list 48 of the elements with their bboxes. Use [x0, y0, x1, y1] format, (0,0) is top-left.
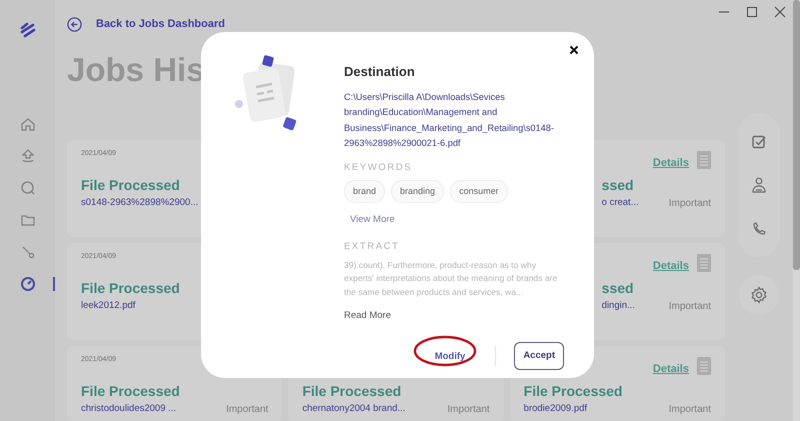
keyword-chip: consumer: [450, 180, 508, 204]
close-icon: [774, 6, 786, 18]
job-status: File Processed: [81, 176, 180, 194]
person-icon[interactable]: [751, 176, 767, 195]
priority-label: Important: [668, 196, 711, 210]
priority-label: Important: [668, 402, 711, 416]
search-icon[interactable]: [20, 180, 36, 196]
job-status: File Processed: [81, 382, 180, 400]
file-name: leek2012.pdf: [81, 298, 136, 313]
keyword-chip: brand: [344, 180, 386, 204]
maximize-icon: [746, 6, 758, 18]
read-more-link[interactable]: Read More: [344, 309, 391, 324]
file-name: dingin...: [602, 298, 635, 313]
view-more-link[interactable]: View More: [350, 213, 395, 228]
file-name: brodie2009.pdf: [524, 402, 588, 416]
priority-label: Important: [226, 402, 268, 416]
home-icon[interactable]: [20, 116, 36, 132]
job-status: File Processed: [524, 382, 622, 400]
job-status: File Processed: [81, 279, 180, 297]
dialog-title: Destination: [344, 63, 416, 81]
job-status: File Processed: [302, 382, 402, 400]
connector-icon[interactable]: [20, 244, 36, 260]
file-name: o creat...: [602, 196, 639, 210]
gauge-icon[interactable]: [20, 276, 36, 292]
phone-icon[interactable]: [752, 222, 766, 236]
file-name: christodoulides2009 ...: [81, 402, 176, 416]
section-label: EXTRACT: [344, 240, 401, 254]
upload-icon[interactable]: [20, 148, 36, 164]
file-name: s0148-2963%2898%2900...: [81, 196, 198, 210]
close-button[interactable]: [568, 44, 580, 56]
priority-label: Important: [447, 402, 490, 416]
file-name: chernatony2004 brand...: [302, 402, 406, 416]
job-status: ssed: [602, 176, 634, 194]
settings-icon: [750, 286, 768, 304]
app-logo: [20, 22, 36, 38]
maximize-button[interactable]: [744, 4, 760, 20]
accept-button[interactable]: Accept: [514, 342, 564, 370]
section-label: KEYWORDS: [344, 160, 414, 174]
file-path: C:\Users\Priscilla A\Downloads\Sevices branding\Education\Management and Business\Finance_Marketing_and_Retailing\s0148-2963%2898%2900021-6.pdf: [344, 90, 555, 150]
extract-text: 39).count). Furthermore, product-reason as to why experts' interpretations about the meaning of brands are the same between products and services, wa...: [344, 258, 558, 299]
back-link[interactable]: Back to Jobs Dashboard: [96, 16, 225, 32]
settings-button[interactable]: [739, 275, 779, 315]
close-window-button[interactable]: [772, 4, 788, 20]
keyword-chip: branding: [391, 180, 444, 204]
job-status: ssed: [602, 279, 634, 297]
checklist-icon[interactable]: [751, 134, 767, 150]
priority-label: Important: [668, 300, 711, 314]
scrollbar-thumb[interactable]: [793, 0, 800, 270]
